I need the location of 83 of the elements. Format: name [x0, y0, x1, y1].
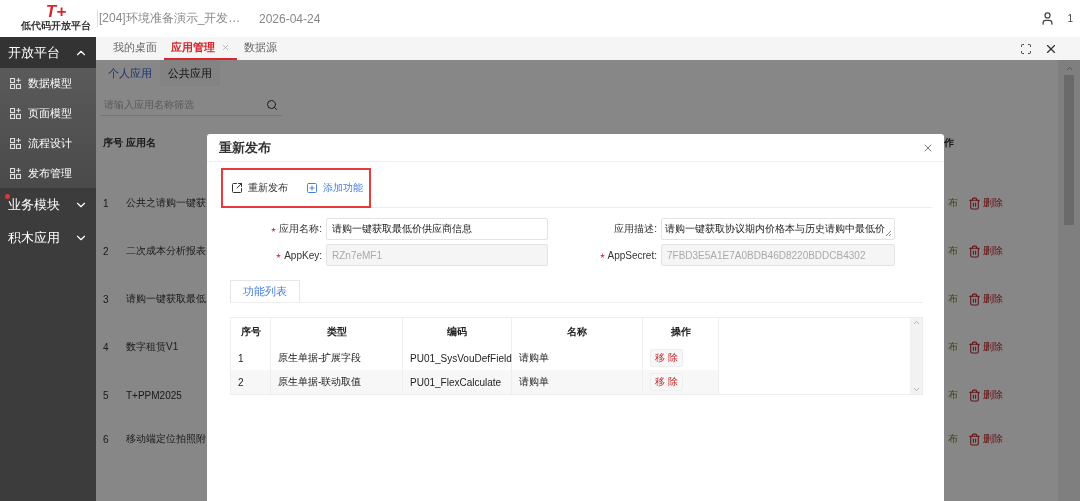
- scroll-up-icon[interactable]: [911, 318, 921, 327]
- add-function-button[interactable]: 添加功能: [306, 180, 363, 195]
- remove-button[interactable]: 移 除: [650, 373, 683, 391]
- table-cell: 移动端定位拍照附: [126, 432, 206, 446]
- search-icon[interactable]: [266, 98, 278, 111]
- trash-icon: [968, 196, 981, 210]
- publish-link[interactable]: 布: [948, 244, 958, 258]
- table-cell: 1: [103, 197, 109, 209]
- trash-icon: [968, 244, 981, 258]
- grid-plus-icon: [10, 137, 21, 149]
- table-cell: 原生单据-联动取值: [271, 370, 403, 394]
- resize-grip-icon[interactable]: [885, 230, 892, 237]
- sidebar-item[interactable]: 发布管理: [0, 158, 96, 188]
- scrollbar[interactable]: [910, 318, 922, 394]
- grid-plus-icon: [10, 107, 21, 119]
- table-cell: 3: [103, 293, 109, 305]
- delete-link[interactable]: 删除: [968, 292, 1003, 306]
- grid-plus-icon: [10, 167, 21, 179]
- tab[interactable]: 功能列表: [230, 280, 300, 302]
- scroll-up-icon[interactable]: [1064, 64, 1074, 73]
- trash-icon: [968, 292, 981, 306]
- remove-button[interactable]: 移 除: [650, 349, 683, 367]
- delete-link[interactable]: 删除: [968, 196, 1003, 210]
- external-link-icon: [231, 181, 243, 194]
- table-cell: 请购单: [512, 370, 643, 394]
- publish-link[interactable]: 布: [948, 388, 958, 402]
- field-label: 应用描述:: [614, 222, 657, 236]
- trash-icon: [968, 388, 981, 402]
- tab[interactable]: 数据源: [237, 37, 284, 60]
- sidebar-item[interactable]: 数据模型: [0, 68, 96, 98]
- sidebar-item[interactable]: 页面模型: [0, 98, 96, 128]
- trash-icon: [968, 340, 981, 354]
- sub-tab[interactable]: 公共应用: [160, 60, 220, 86]
- table-cell: 6: [103, 433, 109, 445]
- table-cell: 请购一键获取最低: [126, 292, 206, 306]
- column-header: 序号: [103, 136, 123, 150]
- user-count: 1: [1067, 13, 1073, 24]
- user-icon[interactable]: [1040, 11, 1056, 26]
- input-field[interactable]: 请购一键获取最低价供应商信息: [326, 218, 548, 240]
- fullscreen-icon[interactable]: [1020, 42, 1032, 55]
- delete-link[interactable]: 删除: [968, 432, 1003, 446]
- sidebar-group[interactable]: 开放平台: [0, 37, 96, 68]
- field-label: AppKey:: [276, 249, 322, 261]
- publish-link[interactable]: 布: [948, 292, 958, 306]
- table-cell: PU01_FlexCalculate: [403, 370, 512, 394]
- dialog-title: 重新发布: [219, 138, 271, 157]
- republish-button[interactable]: 重新发布: [231, 180, 288, 195]
- delete-link[interactable]: 删除: [968, 244, 1003, 258]
- logo-text: 低代码开放平台: [21, 20, 91, 33]
- table-cell: 5: [103, 389, 109, 401]
- scroll-down-icon[interactable]: [911, 385, 921, 394]
- required-icon: [599, 252, 605, 258]
- scrollbar[interactable]: [1058, 60, 1080, 501]
- table-cell: 数字租赁V1: [126, 340, 179, 354]
- column-header: 作: [944, 136, 954, 150]
- add-square-icon: [306, 181, 318, 194]
- field-label: AppSecret:: [599, 249, 657, 261]
- sidebar-item-label: 数据模型: [28, 75, 72, 91]
- delete-link[interactable]: 删除: [968, 340, 1003, 354]
- table-cell: T+PPM2025: [126, 389, 182, 401]
- tab[interactable]: 我的桌面: [106, 37, 164, 60]
- sidebar-item-label: 流程设计: [28, 135, 72, 151]
- sidebar-item-label: 发布管理: [28, 165, 72, 181]
- required-icon: [276, 252, 282, 258]
- table-cell: 2: [231, 370, 271, 394]
- sidebar-item-label: 页面模型: [28, 105, 72, 121]
- sidebar-item[interactable]: 流程设计: [0, 128, 96, 158]
- date-text: 2026-04-24: [259, 11, 321, 26]
- publish-link[interactable]: 布: [948, 340, 958, 354]
- field-label: 应用名称:: [271, 222, 322, 236]
- trash-icon: [968, 432, 981, 446]
- required-icon: [271, 226, 277, 232]
- grid-plus-icon: [10, 77, 21, 89]
- environment-title: [204]环境准备演示_开发…: [97, 10, 259, 27]
- publish-link[interactable]: 布: [948, 196, 958, 210]
- column-header: 应用名: [126, 136, 156, 150]
- table-cell: 公共之请购一键获: [126, 196, 206, 210]
- table-cell: 2: [103, 245, 109, 257]
- textarea-field[interactable]: 请购一键获取协议期内价格本与历史请购中最低价: [661, 218, 895, 240]
- logo-mark: T+: [45, 4, 67, 20]
- publish-link[interactable]: 布: [948, 432, 958, 446]
- table-cell: 4: [103, 341, 109, 353]
- delete-link[interactable]: 删除: [968, 388, 1003, 402]
